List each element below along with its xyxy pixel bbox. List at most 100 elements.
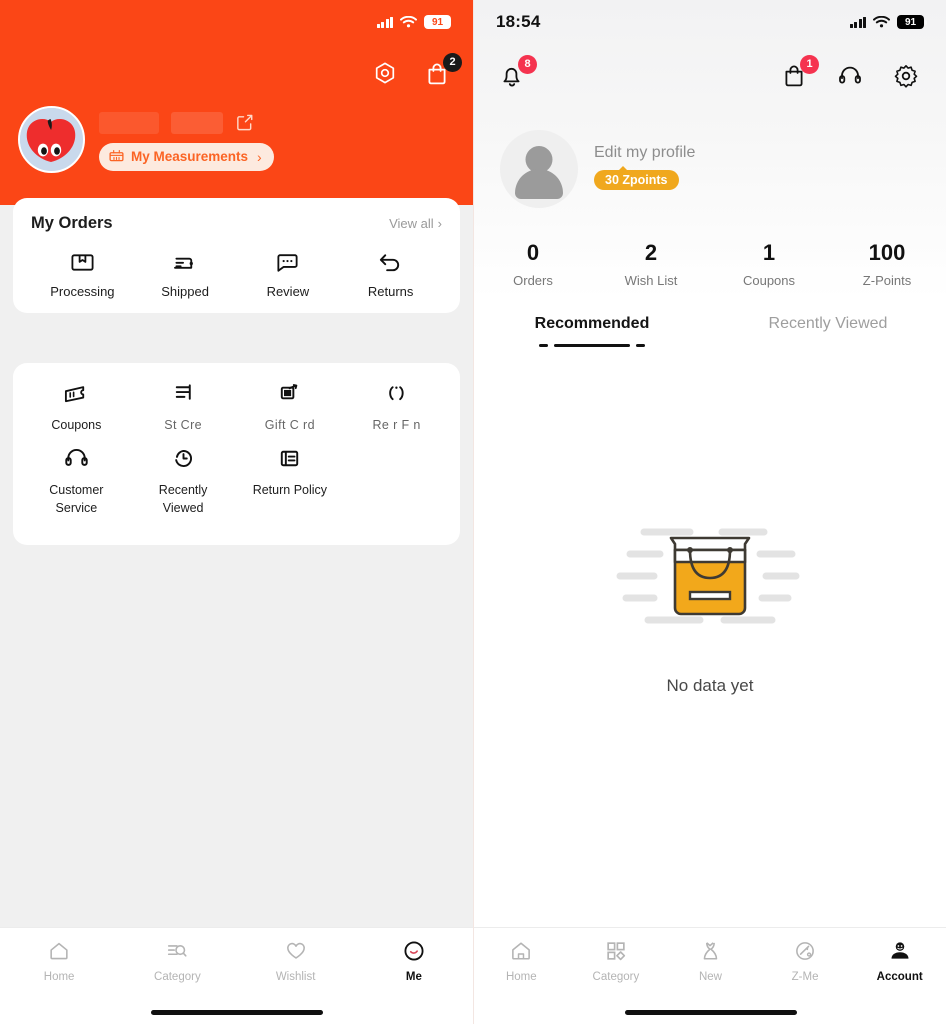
shopping-bag-icon[interactable]: 2: [423, 53, 462, 90]
account-person-icon: [888, 938, 912, 964]
stat-label: Wish List: [624, 273, 678, 288]
home-indicator: [150, 1010, 323, 1015]
nav-account[interactable]: Account: [852, 938, 946, 983]
edit-pencil-icon[interactable]: [235, 113, 254, 132]
content-tabs: Recommended Recently Viewed: [474, 315, 946, 347]
stat-value: 100: [868, 240, 906, 265]
chevron-right-icon: ›: [257, 148, 262, 165]
stat-wish-list[interactable]: 2 Wish List: [592, 240, 710, 288]
nav-label: Wishlist: [275, 971, 316, 983]
nav-wishlist[interactable]: Wishlist: [237, 938, 355, 983]
return-arrow-icon: [378, 249, 403, 275]
bag-badge: 2: [443, 53, 462, 72]
nav-label: Z-Me: [791, 971, 819, 983]
heart-icon: [284, 938, 308, 964]
name-placeholder-2: [171, 111, 223, 134]
service-coupons[interactable]: Coupons: [23, 379, 130, 434]
service-customer-service[interactable]: Customer Service: [23, 444, 130, 517]
view-all-orders-link[interactable]: View all ›: [389, 216, 442, 231]
left-status-bar: 91: [0, 0, 473, 44]
ruler-icon: [109, 149, 124, 164]
left-profile-row: My Measurements ›: [18, 106, 455, 173]
comment-review-icon: [275, 249, 300, 275]
my-orders-card: My Orders View all › Processing Shipped …: [13, 198, 460, 313]
gear-settings-icon[interactable]: [892, 62, 922, 92]
service-label: Recently Viewed: [158, 483, 208, 516]
order-status-label: Shipped: [161, 284, 209, 299]
tab-recently-viewed[interactable]: Recently Viewed: [710, 315, 946, 347]
edit-my-profile-link[interactable]: Edit my profile: [594, 144, 695, 162]
service-gift-card[interactable]: Gift C rd: [237, 379, 344, 434]
gift-card-icon: [276, 379, 303, 407]
empty-state-message: No data yet: [666, 676, 754, 695]
nav-me[interactable]: Me: [355, 938, 473, 983]
shopping-bag-icon[interactable]: 1: [780, 55, 819, 92]
hexagon-settings-icon[interactable]: [371, 60, 401, 90]
services-card: Coupons St Cre Gift C rd Re r F n Custom…: [13, 363, 460, 546]
bell-badge: 8: [518, 55, 537, 74]
nav-category[interactable]: Category: [569, 938, 664, 983]
my-orders-title: My Orders: [31, 214, 113, 232]
empty-shopping-bag-illustration: [610, 510, 810, 640]
service-label: Coupons: [51, 418, 102, 432]
service-label: Gift C rd: [264, 418, 315, 432]
wifi-icon: [400, 16, 417, 28]
stat-value: 1: [762, 240, 776, 265]
stat-z-points[interactable]: 100 Z-Points: [828, 240, 946, 288]
grid-category-icon: [604, 938, 628, 964]
order-status-label: Processing: [50, 284, 115, 299]
nav-home[interactable]: Home: [474, 938, 569, 983]
nav-label: Category: [154, 971, 201, 983]
headset-support-icon[interactable]: [836, 62, 866, 92]
stat-orders[interactable]: 0 Orders: [474, 240, 592, 288]
shipped-truck-icon: [173, 249, 198, 275]
package-box-icon: [70, 249, 95, 275]
service-return-policy[interactable]: Return Policy: [237, 444, 344, 517]
view-all-label: View all: [389, 216, 434, 231]
nav-z-me[interactable]: Z-Me: [758, 938, 853, 983]
nav-label: Me: [405, 971, 422, 983]
service-store-credit[interactable]: St Cre: [130, 379, 237, 434]
zpoints-badge[interactable]: 30 Zpoints: [594, 166, 679, 190]
order-status-processing[interactable]: Processing: [31, 249, 134, 299]
right-profile-section: Edit my profile 30 Zpoints: [474, 130, 946, 208]
order-status-review[interactable]: Review: [237, 249, 340, 299]
right-bottom-navigation: Home Category New Z-Me Account: [474, 927, 946, 1024]
stat-value: 2: [644, 240, 658, 265]
stat-label: Coupons: [742, 273, 796, 288]
nav-category[interactable]: Category: [118, 938, 236, 983]
default-user-avatar[interactable]: [500, 130, 578, 208]
clock-history-icon: [170, 444, 197, 472]
order-status-shipped[interactable]: Shipped: [134, 249, 237, 299]
service-label: Return Policy: [252, 483, 328, 498]
stat-coupons[interactable]: 1 Coupons: [710, 240, 828, 288]
left-bottom-navigation: Home Category Wishlist Me: [0, 927, 473, 1024]
my-measurements-label: My Measurements: [131, 149, 249, 164]
avatar[interactable]: [18, 106, 85, 173]
nav-home[interactable]: Home: [0, 938, 118, 983]
right-screen: 18:54 91 8 1 Edit my profile 30 Zpoints …: [473, 0, 946, 1024]
chevron-right-icon: ›: [437, 216, 442, 231]
tab-recommended[interactable]: Recommended: [474, 315, 710, 347]
service-label: Customer Service: [49, 483, 104, 516]
notification-bell-icon[interactable]: 8: [498, 55, 537, 92]
refer-friend-icon: [383, 379, 410, 407]
empty-state: No data yet: [474, 510, 946, 696]
dress-new-icon: [698, 938, 722, 964]
order-status-label: Returns: [367, 284, 414, 299]
order-status-returns[interactable]: Returns: [339, 249, 442, 299]
home-icon: [509, 938, 533, 964]
service-recently-viewed[interactable]: Recently Viewed: [130, 444, 237, 517]
username-skeleton: [99, 111, 274, 135]
stat-label: Z-Points: [862, 273, 912, 288]
my-measurements-button[interactable]: My Measurements ›: [99, 142, 274, 171]
nav-label: Home: [43, 971, 75, 983]
right-status-bar: 18:54 91: [474, 0, 946, 44]
right-header-actions: 8 1: [474, 55, 946, 92]
left-screen: 91 2 My Measurements › My Orders View al…: [0, 0, 473, 1024]
coupon-ticket-icon: [63, 379, 90, 407]
nav-label: Account: [876, 971, 923, 983]
nav-new[interactable]: New: [663, 938, 758, 983]
cellular-signal-icon: [376, 16, 393, 28]
service-refer-friend[interactable]: Re r F n: [343, 379, 450, 434]
